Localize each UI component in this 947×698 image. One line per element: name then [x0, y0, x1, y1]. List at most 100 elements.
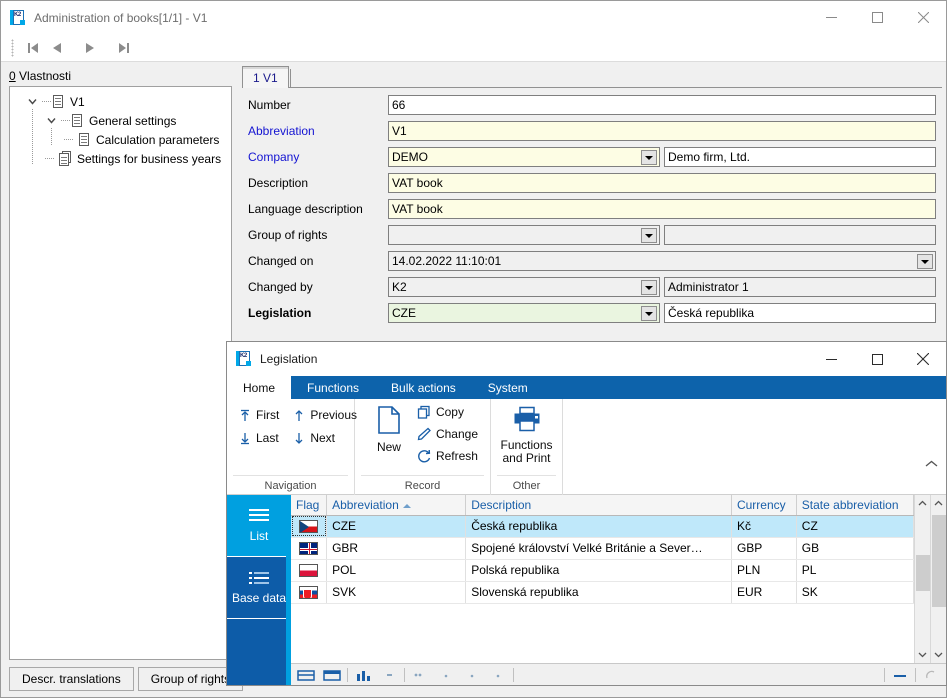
description-input[interactable]: VAT book	[388, 173, 936, 193]
chevron-down-icon[interactable]	[641, 280, 657, 295]
ribbon-next-button[interactable]: Next	[291, 428, 359, 448]
table-row[interactable]: POL Polská republika PLN PL	[291, 559, 914, 581]
scroll-down-icon[interactable]	[931, 647, 947, 663]
group-of-rights-combo[interactable]	[388, 225, 660, 245]
ribbon-functions-and-print-button[interactable]: Functions and Print	[495, 402, 558, 465]
grid-inner-scrollbar[interactable]	[914, 495, 930, 663]
tree-item-general-settings[interactable]: General settings	[10, 111, 231, 130]
flag-pl-icon	[299, 564, 318, 577]
legislation-name-display: Česká republika	[664, 303, 936, 323]
changed-by-combo[interactable]: K2	[388, 277, 660, 297]
ribbon-refresh-button[interactable]: Refresh	[415, 446, 480, 466]
legislation-combo[interactable]: CZE	[388, 303, 660, 323]
ribbon-previous-button[interactable]: Previous	[291, 405, 359, 425]
ribbon-last-button[interactable]: Last	[237, 428, 281, 448]
ribbon-tab-bulk-actions[interactable]: Bulk actions	[375, 376, 472, 399]
tree-item-calculation-parameters[interactable]: Calculation parameters	[10, 130, 231, 149]
chevron-down-icon[interactable]	[641, 306, 657, 321]
record-navigation-toolbar	[1, 34, 946, 62]
minimize-icon[interactable]	[808, 1, 854, 34]
ribbon-first-button[interactable]: First	[237, 405, 281, 425]
ribbon-tab-functions[interactable]: Functions	[291, 376, 375, 399]
maximize-icon[interactable]	[854, 1, 900, 34]
ribbon-tab-system[interactable]: System	[472, 376, 544, 399]
filter-icon[interactable]	[378, 666, 400, 684]
grid-col-description[interactable]: Description	[466, 495, 732, 515]
ribbon-change-button[interactable]: Change	[415, 424, 480, 444]
properties-tree[interactable]: V1 General settings	[9, 86, 232, 660]
grid-view-icon[interactable]	[295, 666, 317, 684]
chevron-down-icon[interactable]	[641, 150, 657, 165]
chart-icon[interactable]	[352, 666, 374, 684]
dialog-titlebar: K2 Legislation	[227, 342, 946, 376]
scroll-thumb[interactable]	[916, 555, 930, 591]
book-properties-form: Number 66 Abbreviation V1 Company DEMO D	[242, 92, 942, 326]
descr-translations-button[interactable]: Descr. translations	[9, 667, 134, 691]
abbreviation-input[interactable]: V1	[388, 121, 936, 141]
ribbon-new-button[interactable]: New	[365, 402, 413, 454]
last-record-button[interactable]	[111, 37, 135, 59]
legislation-grid[interactable]: Flag Abbreviation Description Currency S…	[291, 495, 914, 604]
tree-item-v1[interactable]: V1	[10, 92, 231, 111]
grid-col-flag[interactable]: Flag	[291, 495, 327, 515]
field-label-legislation: Legislation	[242, 306, 388, 320]
chevron-down-icon[interactable]	[917, 254, 933, 269]
company-name-display: Demo firm, Ltd.	[664, 147, 936, 167]
row-flag	[291, 581, 327, 603]
first-record-button[interactable]	[21, 37, 45, 59]
close-icon[interactable]	[900, 342, 946, 376]
table-row[interactable]: SVK Slovenská republika EUR SK	[291, 581, 914, 603]
close-icon[interactable]	[900, 1, 946, 34]
ribbon-group-label-other: Other	[497, 475, 556, 495]
tree-item-settings-business-years[interactable]: Settings for business years	[10, 149, 231, 168]
ribbon-group-label-navigation: Navigation	[233, 475, 348, 495]
ribbon-group-navigation: First Last Previous Next	[227, 399, 355, 495]
field-label-language-description: Language description	[242, 202, 388, 216]
new-page-icon	[377, 406, 401, 437]
form-bottom-buttons: Descr. translations Group of rights	[9, 667, 243, 691]
table-row[interactable]: GBR Spojené království Velké Británie a …	[291, 537, 914, 559]
dialog-content: List Base data	[227, 495, 946, 685]
field-row-changed-on: Changed on 14.02.2022 11:10:01	[242, 248, 942, 274]
scroll-up-icon[interactable]	[931, 495, 947, 511]
more-icon[interactable]	[435, 666, 457, 684]
extra2-icon[interactable]	[487, 666, 509, 684]
form-view-icon[interactable]	[321, 666, 343, 684]
scroll-up-icon[interactable]	[915, 495, 931, 511]
tab-1-v1[interactable]: 1 V1	[242, 66, 289, 88]
previous-record-button[interactable]	[45, 37, 69, 59]
tree-item-label: V1	[70, 95, 85, 109]
ribbon-copy-button[interactable]: Copy	[415, 402, 480, 422]
resize-grip-icon[interactable]	[920, 666, 942, 684]
scroll-thumb[interactable]	[932, 515, 946, 607]
grid-col-currency[interactable]: Currency	[731, 495, 796, 515]
grid-col-abbreviation[interactable]: Abbreviation	[327, 495, 466, 515]
grid-col-state-abbreviation[interactable]: State abbreviation	[796, 495, 913, 515]
maximize-icon[interactable]	[854, 342, 900, 376]
chevron-down-icon[interactable]	[43, 116, 59, 125]
minimize-panel-icon[interactable]	[889, 666, 911, 684]
chevron-down-icon[interactable]	[24, 97, 40, 106]
row-state-abbreviation: GB	[796, 537, 913, 559]
chevron-up-icon[interactable]	[925, 457, 938, 471]
field-label-group-of-rights: Group of rights	[242, 228, 388, 242]
changed-on-field[interactable]: 14.02.2022 11:10:01	[388, 251, 936, 271]
grid-header-row: Flag Abbreviation Description Currency S…	[291, 495, 914, 515]
row-state-abbreviation: PL	[796, 559, 913, 581]
toolbar-grip	[11, 39, 14, 57]
chevron-down-icon[interactable]	[641, 228, 657, 243]
scroll-down-icon[interactable]	[915, 647, 931, 663]
number-input[interactable]: 66	[388, 95, 936, 115]
side-nav-base-data[interactable]: Base data	[227, 557, 291, 619]
table-row[interactable]: CZE Česká republika Kč CZ	[291, 515, 914, 537]
next-record-button[interactable]	[78, 37, 102, 59]
ribbon-tab-home[interactable]: Home	[227, 376, 291, 399]
options-icon[interactable]	[409, 666, 431, 684]
language-description-input[interactable]: VAT book	[388, 199, 936, 219]
company-combo[interactable]: DEMO	[388, 147, 660, 167]
grid-outer-scrollbar[interactable]	[930, 495, 946, 663]
side-nav-list[interactable]: List	[227, 495, 291, 557]
tabstrip-divider	[290, 69, 291, 88]
extra-icon[interactable]	[461, 666, 483, 684]
minimize-icon[interactable]	[808, 342, 854, 376]
